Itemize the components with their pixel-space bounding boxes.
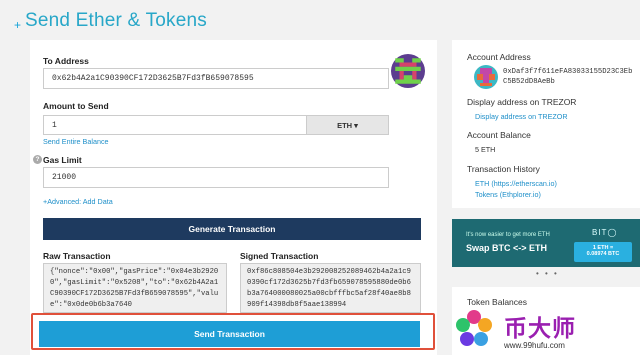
transaction-history-label: Transaction History [467,164,540,174]
rate-badge: 1 ETH = 0.08974 BTC [574,242,632,262]
watermark-url: www.99hufu.com [504,341,565,350]
banner-subtitle: It's now easier to get more ETH [466,232,550,238]
swap-banner[interactable]: It's now easier to get more ETH Swap BTC… [452,219,640,267]
help-icon[interactable]: ? [33,155,42,164]
page-header: + Send Ether & Tokens [14,6,207,36]
watermark-text: 币大师 [504,315,576,341]
to-address-input[interactable]: 0x62b4A2a1C90390CF172D3625B7Fd3fB6590785… [43,68,389,89]
account-balance-label: Account Balance [467,130,531,140]
account-address-value: 0xDaf3f7f611eFA83033155D23C3EbC5B52dD8Ae… [503,68,633,86]
etherscan-link[interactable]: ETH (https://etherscan.io) [475,179,557,188]
raw-transaction-label: Raw Transaction [43,251,111,261]
generate-transaction-button[interactable]: Generate Transaction [43,218,421,240]
display-address-link[interactable]: Display address on TREZOR [475,112,568,121]
ethplorer-link[interactable]: Tokens (Ethplorer.io) [475,190,541,199]
bity-logo: BIT◯ [592,228,618,237]
watermark: 币大师 www.99hufu.com [452,303,640,355]
carousel-dots[interactable]: • • • [536,269,559,278]
to-address-label: To Address [43,56,89,66]
display-address-label: Display address on TREZOR [467,97,577,107]
flower-logo-icon [456,310,492,346]
amount-input[interactable]: 1 [43,115,307,135]
banner-title: Swap BTC <-> ETH [466,243,548,253]
unit-dropdown[interactable]: ETH ▾ [306,115,389,135]
gas-limit-input[interactable]: 21000 [43,167,389,188]
signed-transaction-label: Signed Transaction [240,251,319,261]
send-transaction-button[interactable]: Send Transaction [39,321,420,347]
advanced-data-link[interactable]: +Advanced: Add Data [43,197,113,206]
plus-icon: + [14,18,22,32]
gas-limit-label: Gas Limit [43,155,82,165]
amount-label: Amount to Send [43,101,109,111]
account-identicon-icon [474,65,498,89]
signed-transaction-textarea[interactable]: 0xf86c808504e3b292008252089462b4a2a1c903… [240,263,421,313]
raw-transaction-textarea[interactable]: {"nonce":"0x00","gasPrice":"0x04e3b29200… [43,263,227,313]
rate-line-2: 0.08974 BTC [586,251,620,257]
account-address-label: Account Address [467,52,531,62]
identicon-icon [391,54,425,88]
account-balance-value: 5 ETH [475,145,496,154]
page-title: Send Ether & Tokens [25,10,207,31]
send-entire-balance-link[interactable]: Send Entire Balance [43,137,109,146]
